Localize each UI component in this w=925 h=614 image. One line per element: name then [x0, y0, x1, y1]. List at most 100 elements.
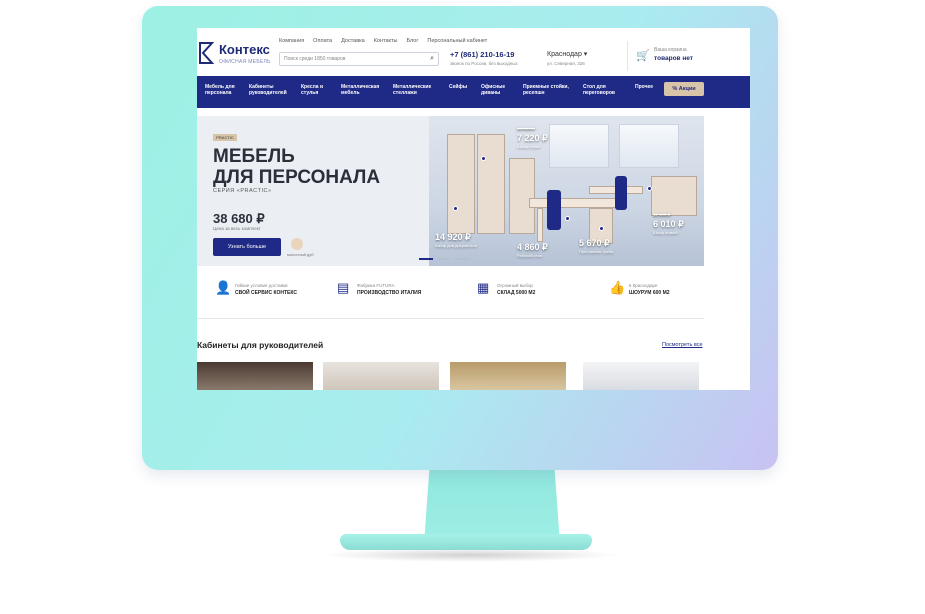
feature-title: СКЛАД 5000 М2 — [497, 290, 536, 296]
top-navigation: Компания Оплата Доставка Контакты Блог П… — [279, 38, 487, 44]
cat-meeting-tables[interactable]: Стол для переговоров — [583, 84, 621, 96]
hotspot-marker[interactable] — [647, 186, 652, 191]
factory-icon: ▤ — [337, 280, 350, 295]
topnav-payment[interactable]: Оплата — [313, 38, 332, 44]
topnav-delivery[interactable]: Доставка — [341, 38, 365, 44]
feature-title: СВОЙ СЕРВИС КОНТЕКС — [235, 290, 297, 296]
color-swatch[interactable] — [291, 238, 303, 250]
tall-cabinet-image — [447, 134, 475, 234]
price-caption: Шкаф низкий — [653, 230, 678, 235]
category-navigation: Мебель для персонала Кабинеты руководите… — [197, 76, 750, 108]
feature-caption: Огромный выбор — [497, 283, 533, 288]
product-card[interactable] — [450, 362, 566, 390]
cart-status: товаров нет — [654, 55, 693, 62]
price-caption: Приставная тумба — [579, 249, 614, 254]
cabinet-image — [509, 158, 535, 234]
monitor-stand — [424, 468, 560, 544]
feature-title: ШОУРУМ 600 М2 — [629, 290, 670, 296]
topnav-company[interactable]: Компания — [279, 38, 304, 44]
chair-image — [615, 176, 627, 210]
price-tag: 5 670 ₽ — [579, 238, 610, 248]
hero-office-image: 12 010 ₽ 7 220 ₽ Шкаф-пенал 14 920 ₽ Шка… — [429, 116, 704, 266]
city-address: ул. Северная, 326 — [547, 61, 585, 66]
hero-price: 38 680 ₽ — [213, 211, 265, 226]
topnav-account[interactable]: Персональный кабинет — [427, 38, 487, 44]
price-caption: Шкаф-пенал — [517, 144, 541, 149]
learn-more-button[interactable]: Узнать больше — [213, 238, 281, 256]
brand-tagline: ОФИСНАЯ МЕБЕЛЬ — [219, 59, 271, 65]
cat-reception[interactable]: Приемные стойки, ресепшн — [523, 84, 569, 96]
slider-dot[interactable] — [437, 258, 451, 260]
cat-safes[interactable]: Сейфы — [449, 84, 469, 90]
feature-caption: Фабрика FUTURA — [357, 283, 395, 288]
low-cabinet-image — [651, 176, 697, 216]
search-icon[interactable]: ⌕ — [430, 55, 434, 63]
view-all-link[interactable]: Посмотреть все — [662, 342, 703, 348]
section-divider — [197, 318, 704, 319]
city-selector[interactable]: Краснодар ▾ — [547, 50, 587, 58]
color-swatch-label: молочный дуб — [287, 252, 314, 257]
feature-caption: Гибкие условия доставки — [235, 283, 288, 288]
product-card[interactable] — [323, 362, 439, 390]
phone-number[interactable]: +7 (861) 210-16-19 — [450, 50, 514, 59]
cat-staff-furniture[interactable]: Мебель для персонала — [205, 84, 239, 96]
cat-metal-racks[interactable]: Металлические стеллажи — [393, 84, 437, 96]
site-header: Контекс ОФИСНАЯ МЕБЕЛЬ Компания Оплата Д… — [197, 28, 750, 74]
price-old: 12 010 ₽ — [517, 126, 535, 131]
search-input[interactable]: Поиск среди 1850 товаров ⌕ — [279, 52, 439, 66]
imac-mockup: Контекс ОФИСНАЯ МЕБЕЛЬ Компания Оплата Д… — [0, 0, 925, 614]
topnav-blog[interactable]: Блог — [406, 38, 418, 44]
price-caption: Рабочий стол — [517, 253, 543, 258]
hero-title-line2: ДЛЯ ПЕРСОНАЛА — [213, 167, 381, 188]
hotspot-marker[interactable] — [481, 156, 486, 161]
cart-button[interactable]: 🛒 Ваша корзина товаров нет — [627, 41, 750, 71]
hero-banner: PRACTIC МЕБЕЛЬ ДЛЯ ПЕРСОНАЛА СЕРИЯ «PRAC… — [197, 116, 704, 266]
chair-image — [547, 190, 561, 230]
cat-chairs[interactable]: Кресла и стулья — [301, 84, 331, 96]
hero-title-line1: МЕБЕЛЬ — [213, 146, 295, 167]
hero-tag: PRACTIC — [213, 134, 237, 141]
brand-name[interactable]: Контекс — [219, 42, 270, 57]
hotspot-marker[interactable] — [599, 226, 604, 231]
section-title: Кабинеты для руководителей — [197, 340, 324, 350]
search-placeholder: Поиск среди 1850 товаров — [284, 56, 346, 62]
logo-icon — [199, 42, 215, 64]
window-image — [619, 124, 679, 168]
hero-series: СЕРИЯ «PRACTIC» — [213, 188, 272, 194]
hotspot-marker[interactable] — [565, 216, 570, 221]
cart-icon: 🛒 — [636, 50, 650, 62]
price-tag: 14 920 ₽ — [435, 232, 471, 242]
tall-cabinet-image — [477, 134, 505, 234]
features-row: 👤 Гибкие условия доставки СВОЙ СЕРВИС КО… — [197, 276, 704, 310]
cat-sofas[interactable]: Офисные диваны — [481, 84, 513, 96]
stand-shadow — [320, 548, 620, 562]
cat-executive[interactable]: Кабинеты руководителей — [249, 84, 291, 96]
price-caption: Шкаф для документов — [435, 243, 477, 248]
product-card[interactable] — [197, 362, 313, 390]
cat-metal-furniture[interactable]: Металлическая мебель — [341, 84, 383, 96]
feature-caption: в Краснодаре — [629, 283, 658, 288]
topnav-contacts[interactable]: Контакты — [374, 38, 398, 44]
window-image — [549, 124, 609, 168]
slider-dot[interactable] — [455, 258, 469, 260]
user-icon: 👤 — [215, 280, 232, 295]
screen: Контекс ОФИСНАЯ МЕБЕЛЬ Компания Оплата Д… — [197, 28, 750, 390]
thumb-icon: 👍 — [609, 280, 626, 295]
warehouse-icon: ▦ — [477, 280, 490, 295]
slider-dot[interactable] — [419, 258, 433, 260]
desk-image — [529, 198, 617, 208]
price-tag: 7 220 ₽ — [517, 133, 548, 143]
product-card[interactable] — [583, 362, 699, 390]
hero-title: МЕБЕЛЬ ДЛЯ ПЕРСОНАЛА — [213, 146, 380, 188]
sale-button[interactable]: % Акции — [664, 82, 704, 96]
phone-note: звонок по России, без выходных — [450, 61, 518, 66]
cat-other[interactable]: Прочее — [635, 84, 657, 90]
price-old: 11 130 ₽ — [653, 212, 671, 217]
slider-pagination — [419, 258, 469, 260]
price-tag: 6 010 ₽ — [653, 219, 684, 229]
monitor-stand-base — [340, 534, 592, 550]
hotspot-marker[interactable] — [453, 206, 458, 211]
hero-price-note: Цена за весь комплект — [213, 226, 261, 231]
feature-title: ПРОИЗВОДСТВО ИТАЛИЯ — [357, 290, 422, 296]
desk-leg-image — [537, 208, 543, 242]
